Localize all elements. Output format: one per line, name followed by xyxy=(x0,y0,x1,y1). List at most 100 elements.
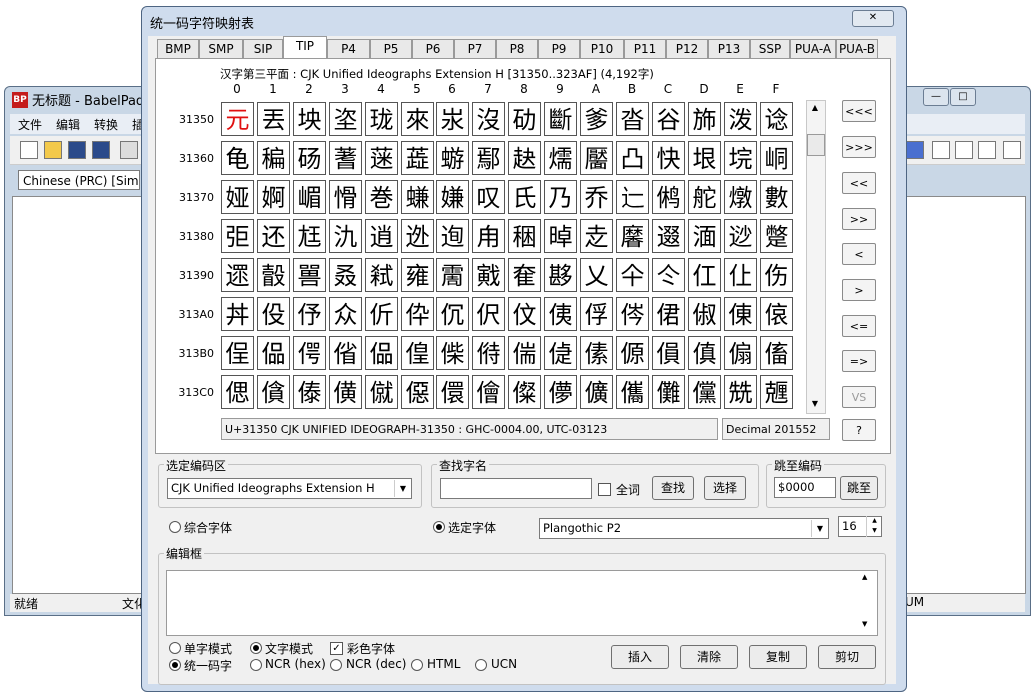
char-cell[interactable]: 爹 xyxy=(580,102,613,136)
tab-p10[interactable]: P10 xyxy=(580,39,624,58)
char-cell[interactable]: 伒 xyxy=(365,297,398,331)
next-block-button[interactable]: >> xyxy=(842,208,876,230)
char-cell[interactable]: 嫌 xyxy=(436,180,469,214)
char-cell[interactable]: 婀 xyxy=(257,180,290,214)
prev-char-button[interactable]: <= xyxy=(842,315,876,337)
open-folder-icon[interactable] xyxy=(44,141,62,159)
char-cell[interactable]: 戭 xyxy=(472,258,505,292)
char-cell[interactable]: 稨 xyxy=(257,141,290,175)
char-cell[interactable]: 儏 xyxy=(508,375,541,409)
help-button[interactable]: ? xyxy=(842,419,876,441)
char-cell[interactable]: 僦 xyxy=(365,375,398,409)
char-cell[interactable]: 愲 xyxy=(329,180,362,214)
char-cell[interactable]: 傃 xyxy=(580,336,613,370)
chevron-down-icon[interactable]: ▼ xyxy=(811,520,828,537)
char-cell[interactable]: 稇 xyxy=(508,219,541,253)
tab-p8[interactable]: P8 xyxy=(496,39,538,58)
char-cell[interactable]: 螊 xyxy=(401,180,434,214)
char-cell[interactable]: 泼 xyxy=(724,102,757,136)
next-char-button[interactable]: => xyxy=(842,350,876,372)
char-cell[interactable]: 俘 xyxy=(580,297,613,331)
select-button[interactable]: 选择 xyxy=(704,476,746,500)
menu-convert[interactable]: 转换 xyxy=(94,116,118,133)
char-cell[interactable]: 蝣 xyxy=(436,141,469,175)
char-cell[interactable]: 來 xyxy=(401,102,434,136)
char-cell[interactable]: 儺 xyxy=(652,375,685,409)
char-cell[interactable]: 尪 xyxy=(293,219,326,253)
char-cell[interactable]: 兣 xyxy=(760,375,793,409)
scroll-down-icon[interactable]: ▼ xyxy=(862,620,867,628)
block-combo[interactable]: CJK Unified Ideographs Extension H xyxy=(167,478,412,499)
selected-font-radio[interactable] xyxy=(433,521,445,533)
char-cell[interactable]: 丼 xyxy=(221,297,254,331)
char-cell[interactable]: 燉 xyxy=(724,180,757,214)
char-cell[interactable]: 偟 xyxy=(401,336,434,370)
char-cell[interactable]: 丟 xyxy=(257,102,290,136)
char-cell[interactable]: 傣 xyxy=(293,375,326,409)
scroll-up-icon[interactable]: ▲ xyxy=(806,100,824,116)
char-cell[interactable]: 巻 xyxy=(365,180,398,214)
char-cell[interactable]: 龟 xyxy=(221,141,254,175)
scroll-up-icon[interactable]: ▲ xyxy=(862,573,867,581)
edit-box-textarea[interactable] xyxy=(166,570,878,636)
char-cell[interactable]: 遝 xyxy=(221,258,254,292)
find-name-input[interactable] xyxy=(440,478,592,499)
char-cell[interactable]: 偘 xyxy=(365,336,398,370)
char-cell[interactable]: 黁 xyxy=(616,219,649,253)
char-cell[interactable]: 雍 xyxy=(401,258,434,292)
new-document-icon[interactable] xyxy=(20,141,38,159)
char-cell[interactable]: 乂 xyxy=(580,258,613,292)
char-cell[interactable]: 沓 xyxy=(616,102,649,136)
char-cell[interactable]: 沒 xyxy=(472,102,505,136)
char-cell[interactable]: 伃 xyxy=(293,297,326,331)
char-cell[interactable]: 劯 xyxy=(508,102,541,136)
char-cell[interactable]: 赱 xyxy=(580,219,613,253)
scroll-down-icon[interactable]: ▼ xyxy=(806,396,824,412)
menu-edit[interactable]: 编辑 xyxy=(56,116,80,133)
char-cell[interactable]: 霌 xyxy=(436,258,469,292)
char-cell[interactable]: 逤 xyxy=(724,219,757,253)
char-cell[interactable]: 元 xyxy=(221,102,254,136)
char-cell[interactable]: 儚 xyxy=(544,375,577,409)
char-cell[interactable]: 偨 xyxy=(436,336,469,370)
char-cell[interactable]: 鄢 xyxy=(472,141,505,175)
char-cell[interactable]: 仩 xyxy=(724,258,757,292)
char-cell[interactable]: 嵋 xyxy=(293,180,326,214)
char-cell[interactable]: 还 xyxy=(257,219,290,253)
char-cell[interactable]: 迯 xyxy=(401,219,434,253)
char-cell[interactable]: 快 xyxy=(652,141,685,175)
char-cell[interactable]: 瞉 xyxy=(257,258,290,292)
minimize-icon[interactable]: — xyxy=(923,88,949,106)
save-icon[interactable] xyxy=(68,141,86,159)
char-cell[interactable]: 逫 xyxy=(652,219,685,253)
char-cell[interactable]: 偳 xyxy=(508,336,541,370)
char-cell[interactable]: 偲 xyxy=(221,375,254,409)
char-cell[interactable]: 蕋 xyxy=(401,141,434,175)
char-cell[interactable]: 儇 xyxy=(436,375,469,409)
clear-button[interactable]: 清除 xyxy=(680,645,738,669)
char-cell[interactable]: 侺 xyxy=(616,297,649,331)
char-cell[interactable]: 伜 xyxy=(401,297,434,331)
char-cell[interactable]: 迿 xyxy=(436,219,469,253)
char-cell[interactable]: 峒 xyxy=(760,141,793,175)
unicode-radio[interactable] xyxy=(169,659,181,671)
tab-bmp[interactable]: BMP xyxy=(157,39,199,58)
char-cell[interactable]: 垠 xyxy=(688,141,721,175)
prev-row-button[interactable]: < xyxy=(842,243,876,265)
char-cell[interactable]: 伔 xyxy=(436,297,469,331)
tab-p5[interactable]: P5 xyxy=(370,39,412,58)
char-cell[interactable]: 伬 xyxy=(472,297,505,331)
menu-file[interactable]: 文件 xyxy=(18,116,42,133)
tab-smp[interactable]: SMP xyxy=(199,39,243,58)
char-cell[interactable]: 叹 xyxy=(472,180,505,214)
char-cell[interactable]: 蒾 xyxy=(365,141,398,175)
char-cell[interactable]: 甪 xyxy=(472,219,505,253)
char-cell[interactable]: 弡 xyxy=(221,219,254,253)
char-cell[interactable]: 偼 xyxy=(544,336,577,370)
char-cell[interactable]: 偯 xyxy=(760,297,793,331)
find-button[interactable]: 查找 xyxy=(652,476,694,500)
tab-p6[interactable]: P6 xyxy=(412,39,454,58)
tab-p4[interactable]: P4 xyxy=(327,39,370,58)
char-cell[interactable]: 侇 xyxy=(544,297,577,331)
align-left-icon[interactable] xyxy=(932,141,950,159)
